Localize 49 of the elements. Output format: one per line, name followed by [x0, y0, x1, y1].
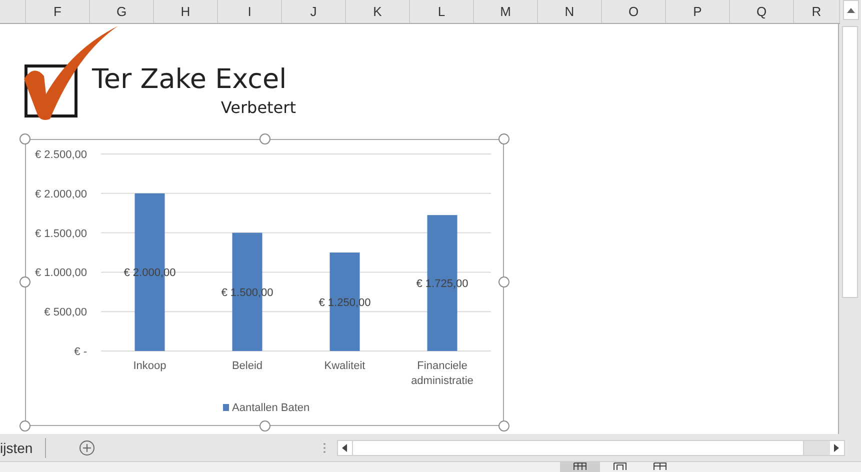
- axis-label: € 500,00: [44, 306, 87, 318]
- resize-handle[interactable]: [20, 133, 30, 144]
- column-header[interactable]: Q: [730, 0, 794, 23]
- legend-label: Aantallen Baten: [232, 402, 310, 414]
- column-header[interactable]: N: [538, 0, 602, 23]
- resize-handle[interactable]: [20, 420, 30, 432]
- view-button[interactable]: [560, 462, 600, 472]
- category-label: Inkoop: [133, 360, 166, 372]
- legend-swatch: [223, 404, 229, 411]
- column-header[interactable]: K: [346, 0, 410, 23]
- left-arrow-icon: [342, 444, 348, 452]
- sheet-tab[interactable]: ijsten: [0, 438, 46, 458]
- category-label: Beleid: [232, 360, 263, 372]
- up-arrow-icon: [846, 8, 854, 12]
- scroll-thumb[interactable]: [842, 26, 858, 298]
- category-label: Kwaliteit: [324, 360, 366, 372]
- column-header[interactable]: P: [666, 0, 730, 23]
- resize-handle[interactable]: [259, 133, 270, 144]
- right-arrow-icon: [834, 444, 840, 452]
- axis-label: € 1.500,00: [35, 228, 87, 240]
- column-header[interactable]: H: [154, 0, 218, 23]
- column-header[interactable]: O: [602, 0, 666, 23]
- column-header[interactable]: J: [282, 0, 346, 23]
- scroll-thumb[interactable]: [352, 440, 804, 455]
- scroll-left-button[interactable]: [338, 440, 352, 455]
- scroll-up-button[interactable]: [842, 0, 858, 20]
- axis-label: € -: [74, 346, 87, 358]
- page-break-icon: [653, 462, 667, 470]
- resize-handle[interactable]: [498, 276, 510, 288]
- axis-label: € 2.000,00: [35, 188, 87, 200]
- add-sheet-button[interactable]: [78, 440, 95, 456]
- category-label: Financiele administratie: [411, 360, 474, 387]
- column-header[interactable]: F: [26, 0, 90, 23]
- column-header[interactable]: G: [90, 0, 154, 23]
- column-header[interactable]: M: [474, 0, 538, 23]
- axis-label: € 1.000,00: [35, 267, 87, 280]
- resize-handle[interactable]: [20, 276, 30, 288]
- logo-title: Ter Zake Excel: [92, 64, 287, 95]
- page-layout-icon: [613, 462, 627, 470]
- column-header[interactable]: L: [410, 0, 474, 23]
- normal-view-icon: [573, 462, 587, 470]
- logo-tagline: Verbetert: [220, 98, 296, 117]
- splitter-icon[interactable]: [322, 442, 326, 454]
- resize-handle[interactable]: [498, 133, 510, 144]
- horizontal-scrollbar[interactable]: [336, 440, 845, 456]
- resize-handle[interactable]: [498, 420, 510, 432]
- column-header[interactable]: I: [218, 0, 282, 23]
- axis-label: € 2.500,00: [35, 148, 87, 161]
- scroll-right-button[interactable]: [830, 440, 844, 455]
